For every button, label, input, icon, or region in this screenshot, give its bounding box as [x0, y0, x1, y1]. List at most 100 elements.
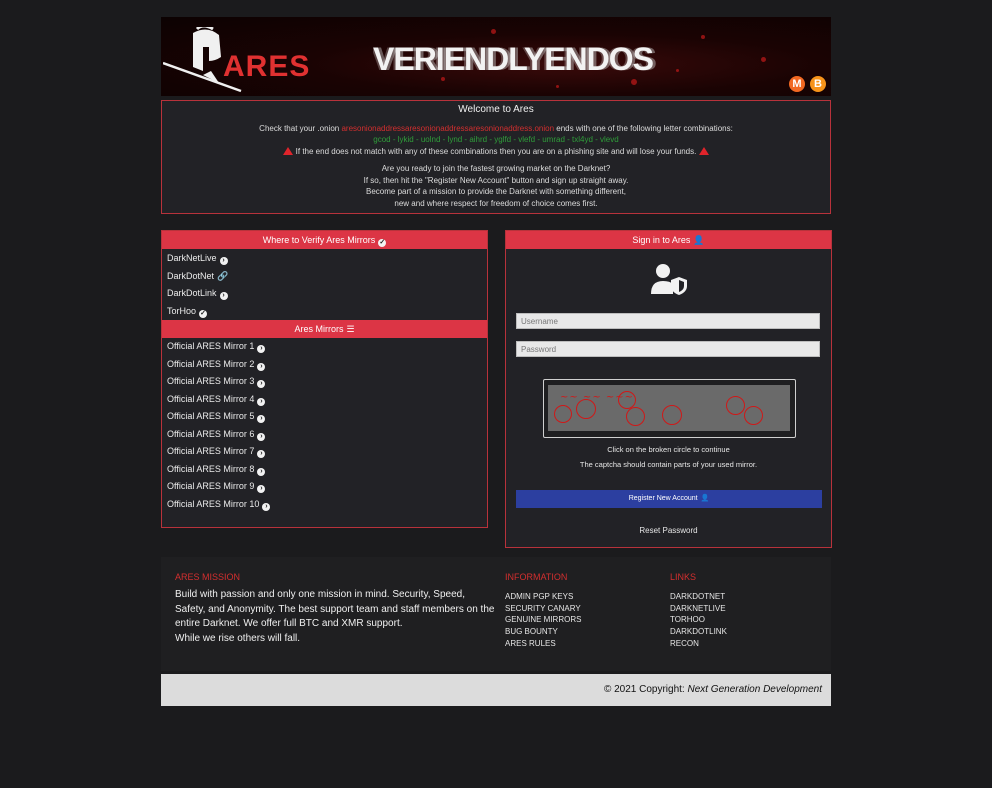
- ares-logo-text: ARES: [223, 50, 311, 83]
- verify-item-label: DarkDotLink: [167, 288, 217, 298]
- welcome-title: Welcome to Ares: [458, 104, 534, 115]
- warning-icon: [699, 147, 710, 155]
- link-icon: 🔗: [217, 270, 229, 281]
- arrow-circle-right-icon: ›: [257, 450, 266, 458]
- mirror-link[interactable]: Official ARES Mirror 1 ›: [162, 338, 487, 356]
- mirror-label: Official ARES Mirror 2: [167, 358, 255, 369]
- check-suffix: ends with one of the following letter co…: [556, 124, 733, 133]
- monero-icon[interactable]: M: [789, 76, 805, 92]
- arrow-circle-right-icon: ›: [257, 345, 266, 353]
- captcha-image[interactable]: ~~ ~~ ~~~: [548, 385, 790, 431]
- mirror-label: Official ARES Mirror 3: [167, 376, 255, 386]
- pitch-line: new and where respect for freedom of cho…: [394, 198, 598, 208]
- bitcoin-icon[interactable]: B: [810, 76, 826, 92]
- password-input[interactable]: Password: [516, 341, 820, 357]
- footer-link-ares-rules[interactable]: ARES RULES: [505, 638, 581, 650]
- mirror-label: Official ARES Mirror 5: [167, 411, 255, 421]
- mirror-link[interactable]: Official ARES Mirror 9 ›: [162, 478, 487, 496]
- copyright-bar: © 2021 Copyright: Next Generation Develo…: [161, 674, 831, 706]
- phishing-warning-text: If the end does not match with any of th…: [295, 147, 697, 156]
- captcha-box[interactable]: ~~ ~~ ~~~: [543, 379, 796, 438]
- footer-link-bug-bounty[interactable]: BUG BOUNTY: [505, 626, 581, 638]
- verify-item-label: DarkNetLive: [167, 253, 217, 263]
- username-input[interactable]: Username: [516, 313, 820, 329]
- banner-glitch-text: VERIENDLYENDOS: [373, 41, 654, 75]
- site-footer: ARES MISSION Build with passion and only…: [161, 557, 831, 671]
- mirror-label: Official ARES Mirror 8: [167, 463, 255, 474]
- mirror-label: Official ARES Mirror 10: [167, 498, 260, 509]
- verify-item-darkdotlink[interactable]: DarkDotLink ›: [162, 285, 487, 303]
- footer-link-admin-pgp-keys[interactable]: ADMIN PGP KEYS: [505, 591, 581, 603]
- verify-item-torhoo[interactable]: TorHoo ✓: [162, 303, 487, 321]
- arrow-circle-right-icon: ›: [219, 292, 228, 300]
- mirror-link[interactable]: Official ARES Mirror 10 ›: [162, 496, 487, 514]
- signin-panel: Sign in to Ares 👤 Username Password ~~ ~~…: [505, 230, 832, 548]
- mirror-link[interactable]: Official ARES Mirror 5 ›: [162, 408, 487, 426]
- verify-item-darkdotnet[interactable]: DarkDotNet 🔗: [162, 268, 487, 286]
- phishing-warning-line: If the end does not match with any of th…: [162, 147, 830, 156]
- pitch-line: Are you ready to join the fastest growin…: [381, 164, 611, 173]
- arrow-circle-right-icon: ›: [257, 467, 266, 476]
- captcha-noise-text: ~~ ~~ ~~~: [560, 392, 635, 403]
- information-title: INFORMATION: [505, 572, 568, 582]
- footer-link-darknetlive[interactable]: DARKNETLIVE: [670, 603, 727, 615]
- mirror-link[interactable]: Official ARES Mirror 2 ›: [162, 356, 487, 374]
- welcome-panel: Welcome to Ares Check that your .onion a…: [161, 100, 831, 214]
- mirrors-panel: Where to Verify Ares Mirrors ✓ DarkNetLiv…: [161, 230, 488, 528]
- arrow-circle-right-icon: ›: [262, 502, 271, 511]
- copyright-prefix: © 2021 Copyright:: [603, 684, 685, 695]
- list-icon: ☰: [346, 324, 355, 334]
- mirror-label: Official ARES Mirror 1: [167, 341, 255, 351]
- mirror-label: Official ARES Mirror 4: [167, 393, 255, 404]
- mirror-label: Official ARES Mirror 7: [167, 446, 255, 456]
- footer-link-darkdotnet[interactable]: DARKDOTNET: [670, 591, 727, 603]
- arrow-circle-right-icon: ›: [257, 380, 266, 388]
- arrow-circle-right-icon: ›: [257, 415, 266, 423]
- warning-icon: [282, 147, 293, 155]
- check-circle-icon: ✓: [199, 309, 208, 318]
- mirrors-header-label: Ares Mirrors: [294, 324, 344, 334]
- verify-item-label: DarkDotNet: [167, 270, 215, 281]
- onion-address: aresonionaddressaresonionaddressaresonio…: [341, 124, 555, 133]
- mirror-link[interactable]: Official ARES Mirror 7 ›: [162, 443, 487, 461]
- footer-link-darkdotlink[interactable]: DARKDOTLINK: [670, 626, 727, 638]
- mirror-link[interactable]: Official ARES Mirror 8 ›: [162, 461, 487, 479]
- footer-link-genuine-mirrors[interactable]: GENUINE MIRRORS: [505, 614, 581, 626]
- arrow-circle-right-icon: ›: [219, 257, 228, 265]
- copyright-name[interactable]: Next Generation Development: [687, 684, 822, 695]
- captcha-hint: Click on the broken circle to continue: [607, 445, 730, 454]
- verify-item-label: TorHoo: [167, 305, 197, 316]
- arrow-circle-right-icon: ›: [257, 362, 266, 371]
- captcha-mirror-hint: The captcha should contain parts of your…: [579, 460, 758, 469]
- mirror-link[interactable]: Official ARES Mirror 3 ›: [162, 373, 487, 391]
- arrow-circle-right-icon: ›: [257, 485, 266, 493]
- register-button-label: Register New Account: [628, 495, 698, 502]
- reset-password-link[interactable]: Reset Password: [506, 526, 831, 535]
- mirror-link[interactable]: Official ARES Mirror 6 ›: [162, 426, 487, 444]
- user-shield-icon: [651, 264, 687, 295]
- register-button[interactable]: Register New Account 👤: [516, 490, 822, 508]
- mirror-label: Official ARES Mirror 6: [167, 428, 255, 439]
- mirror-link[interactable]: Official ARES Mirror 4 ›: [162, 391, 487, 409]
- user-lock-icon: 👤: [693, 235, 705, 245]
- footer-link-torhoo[interactable]: TORHOO: [670, 614, 727, 626]
- verify-item-darknetlive[interactable]: DarkNetLive ›: [162, 250, 487, 268]
- onion-combinations: gcod - lykid - uolnd - lynd - aihrd - yg…: [373, 135, 619, 144]
- onion-check-line: Check that your .onion aresonionaddressa…: [162, 124, 830, 133]
- mission-text: While we rise others will fall.: [175, 632, 301, 644]
- check-prefix: Check that your .onion: [259, 124, 340, 133]
- mission-text: Safety, and Anonymity. The best support …: [175, 603, 495, 615]
- check-circle-icon: ✓: [378, 239, 387, 247]
- verify-header: Where to Verify Ares Mirrors ✓: [162, 231, 487, 249]
- arrow-circle-right-icon: ›: [257, 432, 266, 441]
- links-title: LINKS: [670, 572, 697, 582]
- site-banner: ARES VERIENDLYENDOS M B: [161, 17, 831, 96]
- mission-text: Build with passion and only one mission …: [175, 589, 465, 600]
- footer-link-security-canary[interactable]: SECURITY CANARY: [505, 603, 581, 615]
- pitch-line: If so, then hit the "Register New Accoun…: [363, 175, 629, 185]
- signin-header: Sign in to Ares 👤: [506, 231, 831, 249]
- mission-text: entire Darknet. We offer full BTC and XM…: [175, 618, 403, 629]
- footer-link-recon[interactable]: RECON: [670, 638, 727, 650]
- verify-header-label: Where to Verify Ares Mirrors: [262, 235, 376, 245]
- mission-title: ARES MISSION: [175, 572, 241, 582]
